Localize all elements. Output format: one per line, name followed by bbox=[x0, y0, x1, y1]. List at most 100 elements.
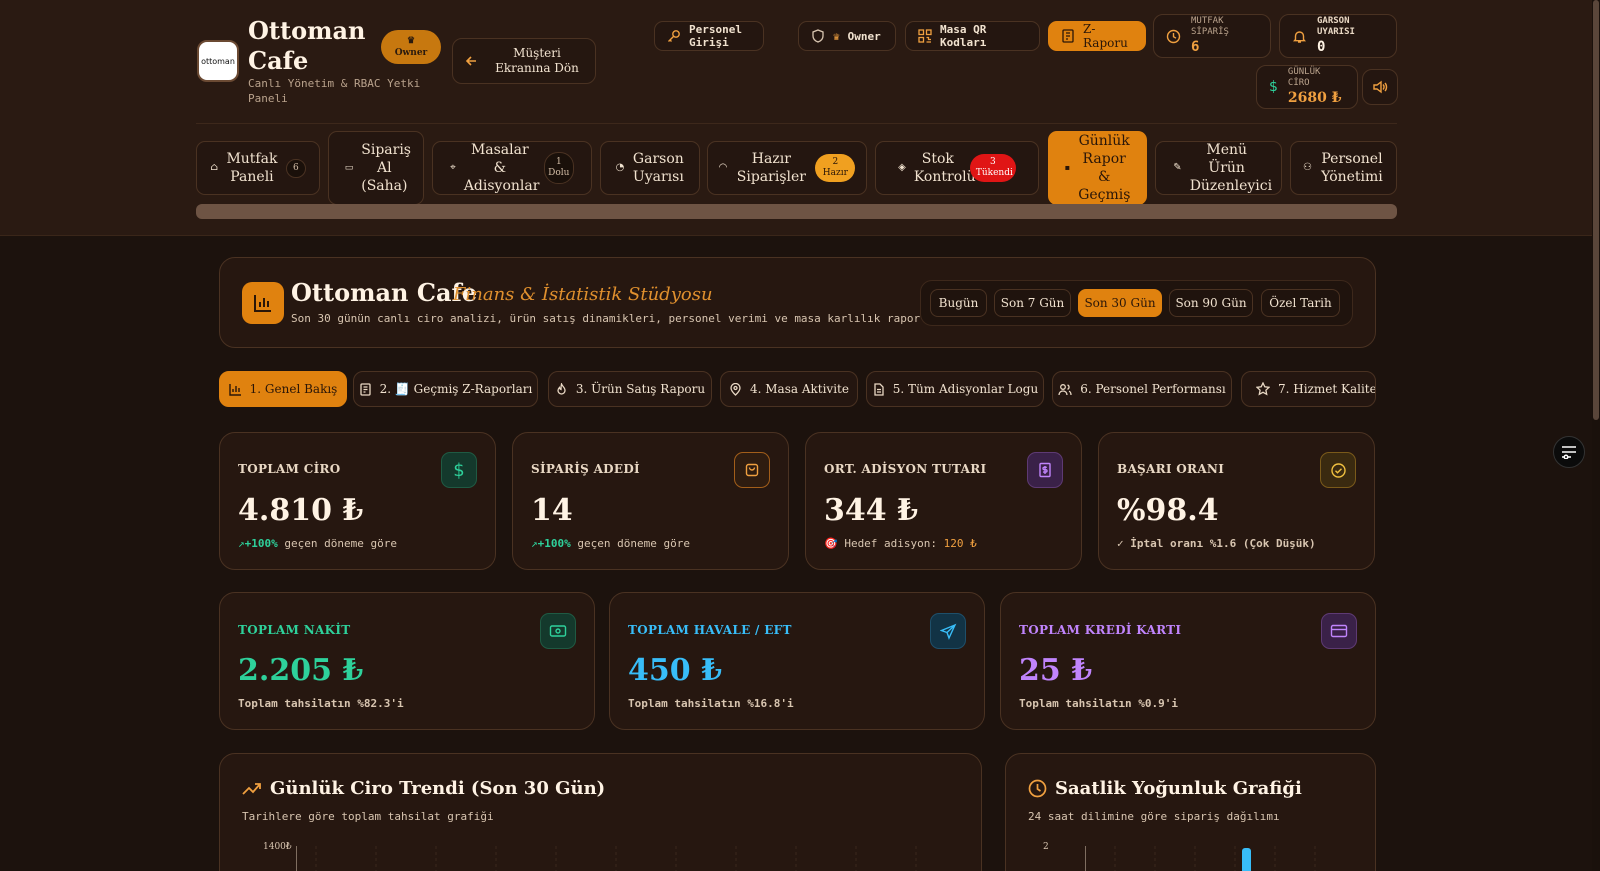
sliders-icon bbox=[1561, 445, 1577, 459]
trending-up-icon bbox=[242, 782, 262, 796]
payment-cash-card: TOPLAM NAKİT 2.205 ₺ Toplam tahsilatın %… bbox=[219, 592, 595, 730]
kitchen-count-badge: 6 bbox=[285, 158, 306, 178]
document-icon bbox=[872, 382, 885, 396]
daily-revenue-value: 2680 ₺ bbox=[1287, 90, 1342, 106]
range-7-days[interactable]: Son 7 Gün bbox=[994, 289, 1071, 317]
receipt-icon bbox=[359, 382, 372, 396]
chef-hat-icon: ⌂ bbox=[210, 162, 218, 173]
kpi-average-bill: ORT. ADİSYON TUTARI 344 ₺ 🎯 Hedef adisyo… bbox=[805, 432, 1082, 570]
range-90-days[interactable]: Son 90 Gün bbox=[1169, 289, 1253, 317]
kpi-success-rate: BAŞARI ORANI %98.4 ✓ İptal oranı %1.6 (Ç… bbox=[1098, 432, 1375, 570]
owner-role-badge: ♛ Owner bbox=[381, 30, 441, 64]
dollar-icon: $ bbox=[441, 452, 477, 488]
ready-count-badge: 2 Hazır bbox=[815, 154, 856, 182]
tab-menu-editor[interactable]: ✎ Menü Ürün Düzenleyici bbox=[1155, 141, 1282, 195]
kitchen-orders-stat[interactable]: MUTFAK SİPARİŞ 6 bbox=[1153, 14, 1271, 58]
bell-icon bbox=[1292, 29, 1307, 44]
hourly-density-chart-card: Saatlik Yoğunluk Grafiği 24 saat dilimin… bbox=[1005, 753, 1376, 871]
subtab-z-reports[interactable]: 2. 🧾 Geçmiş Z-Raporları bbox=[353, 371, 538, 407]
out-of-stock-badge: 3 Tükendi bbox=[969, 154, 1016, 182]
star-icon bbox=[1256, 382, 1270, 396]
z-report-button[interactable]: Z-Raporu bbox=[1048, 21, 1146, 51]
send-icon bbox=[930, 613, 966, 649]
hourly-bar bbox=[1242, 848, 1251, 871]
waiter-alerts-count: 0 bbox=[1317, 39, 1326, 55]
shield-icon bbox=[811, 29, 825, 43]
bell-icon: ◔ bbox=[615, 162, 625, 173]
daily-revenue-stat: $ GÜNLÜK CİRO 2680 ₺ bbox=[1256, 65, 1358, 109]
kpi-order-count: SİPARİŞ ADEDİ 14 ↗+100% geçen döneme gör… bbox=[512, 432, 789, 570]
users-icon bbox=[1058, 383, 1072, 396]
daily-y-tick-top: 1400₺ bbox=[263, 842, 292, 852]
studio-subtitle: Son 30 günün canlı ciro analizi, ürün sa… bbox=[291, 312, 947, 325]
map-pin-icon bbox=[729, 382, 742, 396]
speaker-icon bbox=[1372, 79, 1388, 95]
key-icon bbox=[667, 29, 681, 43]
users-icon: ⚇ bbox=[1303, 162, 1312, 173]
daily-chart-grid bbox=[296, 846, 917, 871]
hourly-chart-title: Saatlik Yoğunluk Grafiği bbox=[1055, 778, 1302, 799]
qr-code-icon bbox=[918, 29, 932, 43]
daily-revenue-chart-card: Günlük Ciro Trendi (Son 30 Gün) Tarihler… bbox=[219, 753, 982, 871]
payment-transfer-card: TOPLAM HAVALE / EFT 450 ₺ Toplam tahsila… bbox=[609, 592, 985, 730]
daily-chart-title: Günlük Ciro Trendi (Son 30 Gün) bbox=[270, 778, 606, 799]
owner-role-button[interactable]: ♛ Owner bbox=[798, 21, 896, 51]
subtab-product-sales[interactable]: 3. Ürün Satış Raporu bbox=[548, 371, 712, 407]
tables-occupied-badge: 1 Dolu bbox=[543, 152, 574, 184]
floating-settings-button[interactable] bbox=[1553, 436, 1585, 468]
staff-login-button[interactable]: Personel Girişi bbox=[654, 21, 764, 51]
tab-kitchen-panel[interactable]: ⌂ Mutfak Paneli 6 bbox=[196, 141, 320, 195]
tab-stock-control[interactable]: ◈ Stok Kontrolü 3 Tükendi bbox=[875, 141, 1039, 195]
subtab-all-bills-log[interactable]: 5. Tüm Adisyonlar Logu bbox=[866, 371, 1044, 407]
range-custom[interactable]: Özel Tarih bbox=[1261, 289, 1340, 317]
receipt-icon bbox=[1061, 29, 1075, 43]
crown-icon: ♛ bbox=[406, 36, 416, 46]
daily-chart-subtitle: Tarihlere göre toplam tahsilat grafiği bbox=[242, 810, 494, 823]
bar-chart-icon bbox=[228, 383, 242, 396]
subtab-table-activity[interactable]: 4. Masa Aktivite bbox=[720, 371, 858, 407]
bar-chart-icon bbox=[242, 282, 284, 324]
studio-title: Ottoman Cafe bbox=[291, 278, 478, 307]
dollar-icon: $ bbox=[1269, 79, 1278, 95]
kpi-total-revenue: TOPLAM CİRO $ 4.810 ₺ ↗+100% geçen dönem… bbox=[219, 432, 496, 570]
hourly-y-tick-top: 2 bbox=[1043, 842, 1049, 852]
map-pin-icon: ⌖ bbox=[450, 162, 456, 173]
page-scrollbar-thumb[interactable] bbox=[1593, 0, 1599, 420]
check-circle-icon bbox=[1320, 452, 1356, 488]
waiter-alerts-stat[interactable]: GARSON UYARISI 0 bbox=[1279, 14, 1397, 58]
header-divider bbox=[196, 123, 1397, 124]
box-icon: ◈ bbox=[898, 162, 906, 173]
hourly-chart-subtitle: 24 saat dilimine göre sipariş dağılımı bbox=[1028, 810, 1280, 823]
range-today[interactable]: Bugün bbox=[930, 289, 987, 317]
finance-studio-header: Ottoman Cafe Finans & İstatistik Stüdyos… bbox=[219, 257, 1376, 348]
shopping-bag-icon bbox=[734, 452, 770, 488]
nav-horizontal-scrollbar[interactable] bbox=[196, 204, 1397, 219]
brand-subtitle: Canlı Yönetim & RBAC Yetki Paneli bbox=[248, 77, 421, 105]
credit-card-icon bbox=[1321, 613, 1357, 649]
receipt-icon bbox=[1027, 452, 1063, 488]
sound-toggle-button[interactable] bbox=[1362, 69, 1398, 105]
crown-icon: ♛ bbox=[833, 29, 840, 43]
banknote-icon bbox=[540, 613, 576, 649]
clock-icon bbox=[1166, 29, 1181, 44]
subtab-overview[interactable]: 1. Genel Bakış bbox=[219, 371, 347, 407]
tab-waiter-alert[interactable]: ◔ Garson Uyarısı bbox=[600, 141, 700, 195]
payment-credit-card: TOPLAM KREDİ KARTI 25 ₺ Toplam tahsilatı… bbox=[1000, 592, 1376, 730]
brand-title: Ottoman Cafe bbox=[248, 16, 366, 75]
tab-staff-management[interactable]: ⚇ Personel Yönetimi bbox=[1290, 141, 1397, 195]
hourly-chart-grid bbox=[1085, 846, 1316, 871]
tab-ready-orders[interactable]: ◠ Hazır Siparişler 2 Hazır bbox=[707, 141, 867, 195]
back-to-customer-button[interactable]: Müşteri Ekranına Dön bbox=[452, 38, 596, 84]
tab-take-order[interactable]: ▭ Sipariş Al (Saha) bbox=[328, 131, 424, 205]
subtab-service-quality[interactable]: 7. Hizmet Kalitesi bbox=[1241, 371, 1376, 407]
cloche-icon: ◠ bbox=[718, 162, 728, 173]
range-30-days[interactable]: Son 30 Gün bbox=[1078, 289, 1162, 317]
date-range-selector: Bugün Son 7 Gün Son 30 Gün Son 90 Gün Öz… bbox=[920, 280, 1353, 326]
subtab-staff-performance[interactable]: 6. Personel Performansı bbox=[1052, 371, 1232, 407]
tab-tables[interactable]: ⌖ Masalar & Adisyonlar 1 Dolu bbox=[432, 141, 592, 195]
clipboard-icon: ▭ bbox=[344, 163, 354, 173]
table-qr-codes-button[interactable]: Masa QR Kodları bbox=[905, 21, 1040, 51]
tab-daily-report[interactable]: ▪ Günlük Rapor & Geçmiş bbox=[1048, 131, 1147, 205]
report-icon: ▪ bbox=[1064, 163, 1071, 172]
trend-up-icon: ↗ bbox=[238, 537, 245, 550]
